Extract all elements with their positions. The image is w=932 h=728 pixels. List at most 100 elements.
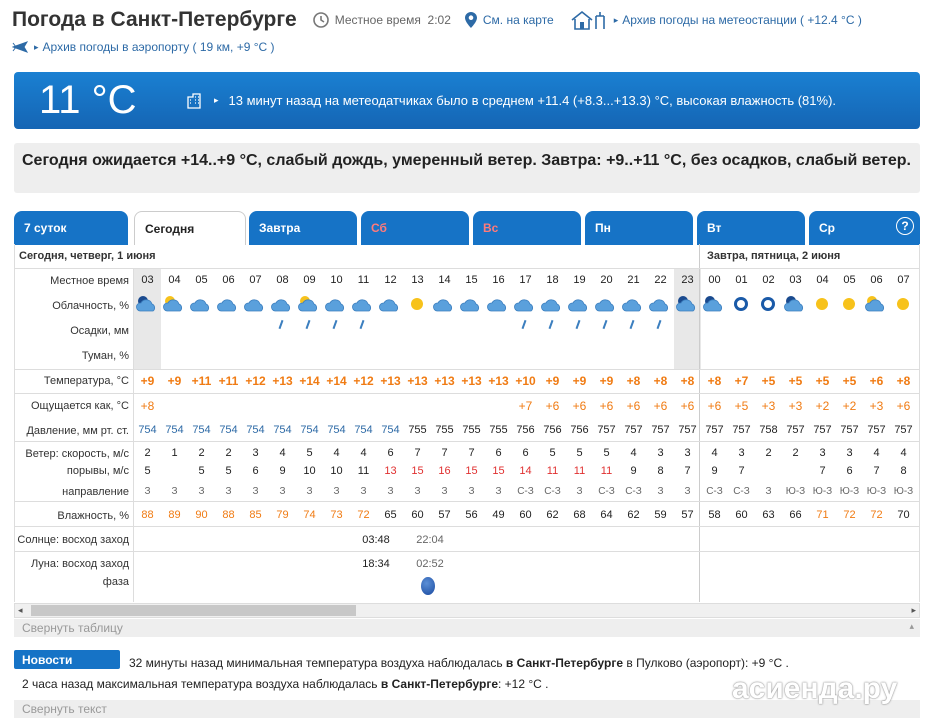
temp-cell: +5 (788, 374, 803, 388)
direction-cell: С-З (706, 486, 723, 497)
wind-cell: 2 (225, 447, 232, 459)
gust-cell: 11 (546, 465, 559, 477)
wind-cell: 6 (495, 447, 502, 459)
wind-cell: 4 (333, 447, 340, 459)
arrow-right-icon: ▸ (214, 95, 219, 105)
direction-cell: З (252, 486, 259, 497)
direction-cell: З (468, 486, 475, 497)
hour-cell: 20 (600, 274, 613, 286)
pressure-cell: 754 (300, 424, 319, 436)
humidity-cell: 62 (546, 509, 559, 521)
moon-icon (761, 297, 775, 311)
gust-cell: 9 (630, 465, 637, 477)
gust-cell: 8 (900, 465, 907, 477)
humidity-cell: 73 (330, 509, 343, 521)
collapse-table-button[interactable]: Свернуть таблицу ▴ (14, 619, 920, 637)
tab-label: Вс (483, 221, 499, 235)
hour-cell: 23 (681, 274, 694, 286)
map-link[interactable]: См. на карте (464, 12, 554, 28)
wind-cell: 3 (657, 447, 664, 459)
page-title: Погода в Санкт-Петербурге (12, 8, 297, 31)
gust-cell: 14 (519, 465, 532, 477)
pressure-cell: 754 (273, 424, 292, 436)
tab-saturday[interactable]: Сб (361, 211, 469, 245)
tab-tuesday[interactable]: Вт (697, 211, 805, 245)
pressure-cell: 757 (894, 424, 913, 436)
arrow-right-icon: ▸ (34, 41, 39, 52)
wind-cell: 7 (414, 447, 421, 459)
hour-cell: 13 (411, 274, 424, 286)
humidity-cell: 85 (249, 509, 262, 521)
archive-airport-link[interactable]: ▸ Архив погоды в аэропорту ( 19 км, +9 °… (12, 38, 275, 56)
weather-news-button[interactable]: Новости погоды (14, 650, 120, 681)
rain-drop-icon (305, 319, 311, 330)
night-cloud-icon (784, 296, 804, 312)
temp-cell: +8 (653, 374, 668, 388)
tab-7-days[interactable]: 7 суток (14, 211, 128, 245)
pressure-cell: 756 (516, 424, 535, 436)
news-text: в Пулково (аэропорт): +9 °C . (623, 656, 789, 670)
tab-sunday[interactable]: Вс (473, 211, 581, 245)
temp-cell: +13 (488, 374, 509, 388)
tab-tomorrow[interactable]: Завтра (249, 211, 357, 245)
tab-today[interactable]: Сегодня (134, 211, 246, 245)
pressure-cell: 755 (435, 424, 454, 436)
day-cloud-icon (865, 296, 885, 312)
wind-cell: 4 (900, 447, 907, 459)
hour-cell: 07 (249, 274, 262, 286)
pressure-cell: 757 (840, 424, 859, 436)
night-cloud-icon (136, 296, 156, 312)
forecast-tabs: 7 суток Сегодня Завтра Сб Вс Пн Вт Ср? (14, 211, 920, 245)
hour-cell: 03 (789, 274, 802, 286)
scrollbar-thumb[interactable] (31, 605, 356, 616)
direction-cell: С-З (544, 486, 561, 497)
hour-cell: 04 (168, 274, 181, 286)
pressure-cell: 754 (219, 424, 238, 436)
map-link-label: См. на карте (482, 13, 554, 27)
archive-station-link[interactable]: ▸ Архив погоды на метеостанции ( +12.4 °… (570, 10, 862, 30)
scroll-left-icon[interactable]: ◂ (18, 605, 23, 616)
hour-cell: 00 (708, 274, 721, 286)
tab-monday[interactable]: Пн (585, 211, 693, 245)
tab-label: 7 суток (24, 221, 67, 235)
help-icon[interactable]: ? (896, 217, 914, 235)
cloud-icon (568, 299, 588, 312)
scroll-right-icon[interactable]: ▸ (911, 605, 916, 616)
temp-cell: +6 (869, 374, 884, 388)
direction-cell: З (333, 486, 340, 497)
gust-cell: 7 (873, 465, 880, 477)
tab-label: Пн (595, 221, 611, 235)
pressure-cell: 757 (651, 424, 670, 436)
temp-cell: +13 (461, 374, 482, 388)
row-label-pressure: Давление, мм рт. ст. (26, 425, 129, 437)
direction-cell: З (441, 486, 448, 497)
humidity-cell: 60 (519, 509, 532, 521)
gust-cell: 15 (411, 465, 424, 477)
table-scrollbar[interactable]: ◂ ▸ (14, 603, 920, 618)
temp-cell: +13 (272, 374, 293, 388)
cloud-icon (190, 299, 210, 312)
humidity-cell: 66 (789, 509, 802, 521)
current-weather-banner: 11 °C ▸ 13 минут назад на метеодатчиках … (14, 72, 920, 129)
row-separator (15, 501, 919, 502)
temp-cell: +5 (842, 374, 857, 388)
wind-cell: 5 (549, 447, 556, 459)
wind-cell: 2 (792, 447, 799, 459)
direction-cell: Ю-З (812, 486, 833, 497)
local-time-label: Местное время (334, 13, 421, 27)
direction-cell: С-З (598, 486, 615, 497)
cloud-icon (352, 299, 372, 312)
hour-cell: 12 (384, 274, 397, 286)
humidity-cell: 88 (222, 509, 235, 521)
wind-cell: 3 (252, 447, 259, 459)
day-cloud-icon (298, 296, 318, 312)
direction-cell: З (198, 486, 205, 497)
pressure-cell: 757 (786, 424, 805, 436)
day-header-tomorrow: Завтра, пятница, 2 июня (707, 250, 841, 262)
tab-label: Сб (371, 221, 387, 235)
temp-cell: +8 (707, 374, 722, 388)
humidity-cell: 60 (735, 509, 748, 521)
tab-wednesday[interactable]: Ср? (809, 211, 920, 245)
pressure-cell: 754 (381, 424, 400, 436)
clock-icon (312, 12, 329, 28)
